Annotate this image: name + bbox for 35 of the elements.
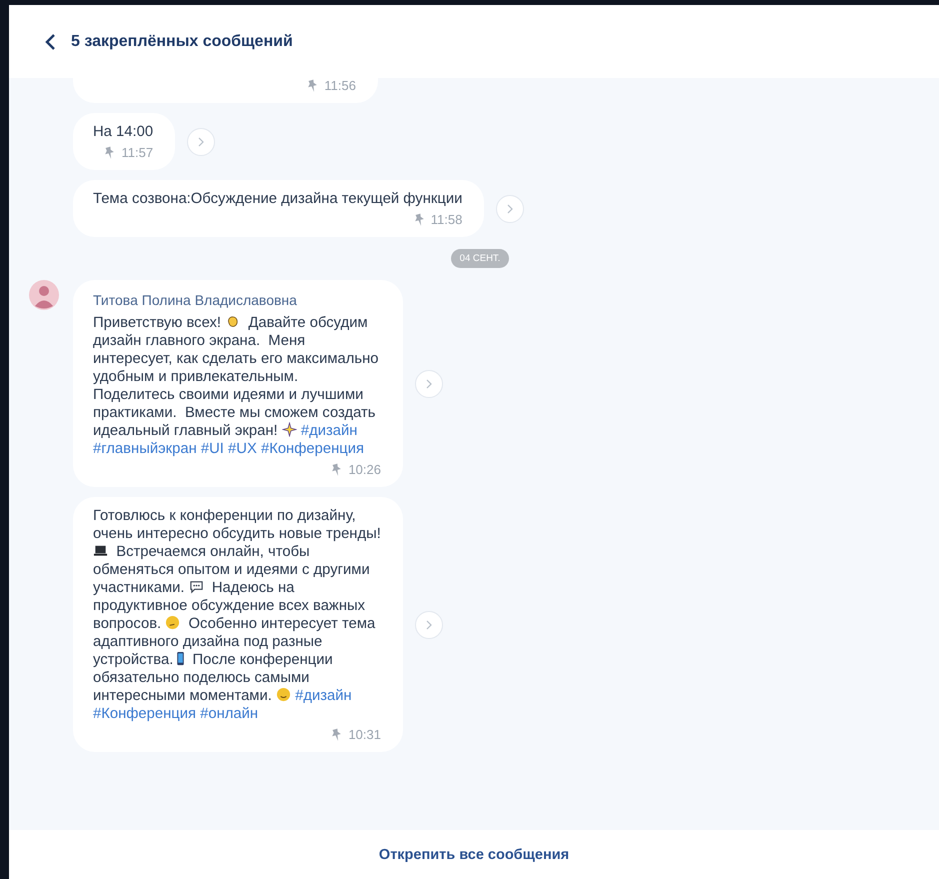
message-text: Приветствую всех! Давайте обсудим дизайн главного экрана. Меня интересует, как сделать его максимально удобным и привлекательным. Поделитесь своими идеями и лучшими практиками. Вместе мы сможем создать идеальный главный экран! #дизайн #главныйэкран #UI #UX #Конференция (93, 314, 380, 458)
chevron-right-icon (425, 620, 433, 630)
chevron-right-icon (425, 378, 433, 388)
message-text: Готовлюсь к конференции по дизайну, очень интересно обсудить новые тренды! Встречаемся онлайн, чтобы обменяться опытом и идеями с другими участниками. Надеюсь на продуктивное обсуждение всех важных вопросов. Особенно интересует тема адаптивного дизайна под разные устройства. После конференции обязательно поделюсь самыми интересными моментами. #дизайн #Конференция #онлайн (93, 507, 381, 723)
chevron-right-icon (506, 204, 514, 214)
message-time: 11:56 (324, 78, 356, 93)
thinking-emoji-icon (165, 615, 180, 630)
hashtag-link[interactable]: #главныйэкран (93, 441, 197, 457)
date-badge: 04 СЕНТ. (450, 249, 510, 268)
message-time: 11:58 (430, 212, 462, 227)
hashtag-link[interactable]: #UI (200, 441, 224, 457)
laptop-icon (93, 543, 108, 558)
hashtag-link[interactable]: #Конференция (260, 441, 364, 457)
hashtag-link[interactable]: #дизайн (300, 423, 358, 439)
message-time: 10:26 (348, 462, 381, 477)
message-text: Тема созвона:Обсуждение дизайна текущей функции (93, 190, 462, 208)
go-to-message-button[interactable] (187, 128, 216, 156)
author-name: Титова Полина Владиславовна (93, 292, 298, 308)
hashtag-link[interactable]: #онлайн (200, 706, 258, 722)
unpin-all-button[interactable]: Открепить все сообщения (372, 842, 576, 866)
go-to-message-button[interactable] (496, 194, 524, 222)
hashtag-link[interactable]: #дизайн (295, 688, 352, 704)
go-to-message-button[interactable] (415, 610, 443, 638)
winking-emoji-icon (276, 687, 291, 702)
message-time: 10:31 (348, 727, 381, 742)
speech-bubble-icon (188, 579, 204, 594)
avatar (29, 280, 59, 310)
hashtag-link[interactable]: #Конференция (93, 706, 196, 722)
hashtag-link[interactable]: #UX (228, 441, 257, 457)
message-time: 11:57 (121, 145, 154, 160)
chevron-right-icon (197, 136, 206, 146)
go-to-message-button[interactable] (415, 370, 443, 398)
message-text: На 14:00 (93, 123, 154, 141)
header-title: 5 закреплённых сообщений (71, 32, 293, 50)
sparkle-icon (282, 422, 297, 437)
